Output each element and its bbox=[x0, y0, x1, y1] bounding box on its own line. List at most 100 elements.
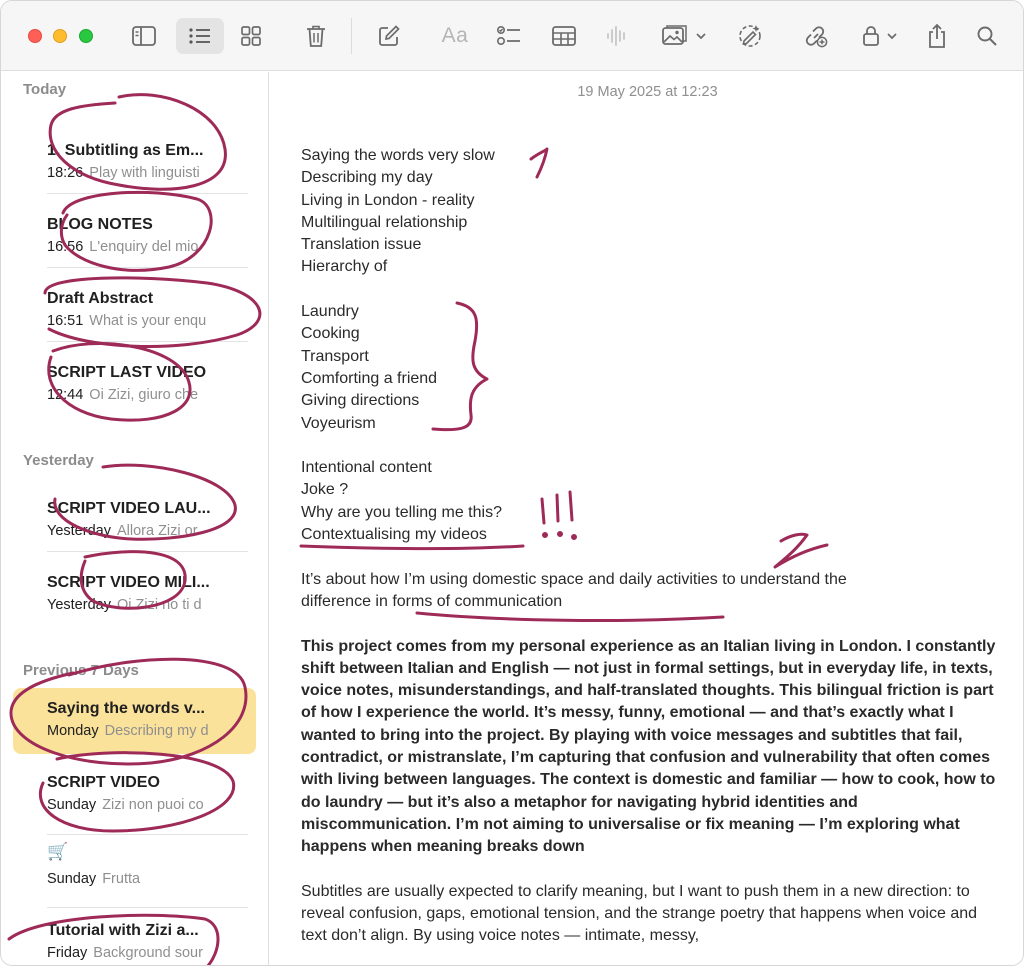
note-title: Saying the words v... bbox=[47, 700, 205, 717]
note-preview: Play with linguisti bbox=[89, 165, 200, 181]
note-list-item[interactable]: 🛒 Sunday Frutta bbox=[13, 836, 256, 902]
note-editor[interactable]: 19 May 2025 at 12:23 Saying the words ve… bbox=[270, 72, 1023, 965]
note-list-item[interactable]: SCRIPT LAST VIDEO 12:44 Oi Zizi, giuro ch… bbox=[13, 352, 256, 418]
note-body[interactable]: Saying the words very slow Describing my… bbox=[301, 145, 1001, 948]
note-title: Draft Abstract bbox=[47, 290, 154, 307]
note-divider bbox=[47, 907, 248, 908]
search-button[interactable] bbox=[969, 18, 1005, 54]
sidebar-toggle-button[interactable] bbox=[125, 18, 163, 54]
note-list-item[interactable]: SCRIPT VIDEO Sunday Zizi non puoi co bbox=[13, 762, 256, 828]
writing-tools-button[interactable] bbox=[731, 18, 769, 54]
note-line: Why are you telling me this? bbox=[301, 503, 502, 521]
note-preview: Oi Zizi, giuro che bbox=[89, 387, 199, 403]
note-paragraph-bold: This project comes from my personal expe… bbox=[301, 637, 996, 856]
note-line: Multilingual relationship bbox=[301, 213, 468, 231]
notes-list-sidebar: Today 1. Subtitling as Em... 18:26 Play w… bbox=[1, 72, 269, 965]
lock-menu-button[interactable] bbox=[854, 18, 904, 54]
gallery-view-button[interactable] bbox=[233, 18, 269, 54]
table-icon bbox=[552, 26, 576, 46]
audio-icon bbox=[607, 26, 625, 46]
gallery-view-icon bbox=[241, 26, 261, 46]
note-time: Yesterday bbox=[47, 597, 111, 613]
note-line: It’s about how I’m using domestic space … bbox=[301, 570, 847, 588]
note-title: SCRIPT LAST VIDEO bbox=[47, 364, 207, 381]
note-title: SCRIPT VIDEO bbox=[47, 774, 160, 791]
note-preview: Background sour bbox=[93, 945, 203, 961]
toolbar: Aa bbox=[1, 1, 1023, 71]
note-line: Giving directions bbox=[301, 392, 420, 410]
note-list-item[interactable]: BLOG NOTES 16:56 L'enquiry del mio bbox=[13, 204, 256, 270]
share-link-button[interactable] bbox=[797, 18, 835, 54]
share-button[interactable] bbox=[919, 18, 955, 54]
note-list-item[interactable]: SCRIPT VIDEO LAU... Yesterday Allora Zizi… bbox=[13, 488, 256, 554]
note-time: 18:26 bbox=[47, 165, 84, 181]
search-icon bbox=[977, 26, 997, 46]
note-preview: Describing my d bbox=[104, 723, 209, 739]
new-note-button[interactable] bbox=[371, 18, 407, 54]
sidebar-toggle-icon bbox=[132, 26, 156, 46]
note-line: difference in forms of communication bbox=[301, 592, 563, 610]
section-heading-today: Today bbox=[23, 81, 67, 98]
note-line: Joke ? bbox=[301, 481, 349, 499]
note-divider bbox=[47, 193, 248, 194]
section-heading-yesterday: Yesterday bbox=[23, 452, 94, 469]
list-view-icon bbox=[189, 28, 210, 44]
note-preview: What is your enqu bbox=[89, 313, 207, 329]
chevron-down-icon bbox=[886, 33, 897, 40]
note-list-item-selected[interactable]: Saying the words v... Monday Describing m… bbox=[13, 688, 256, 754]
note-list-item[interactable]: Tutorial with Zizi a... Friday Background… bbox=[13, 910, 256, 965]
note-time: Monday bbox=[47, 723, 99, 739]
note-list-item[interactable]: Draft Abstract 16:51 What is your enqu bbox=[13, 278, 256, 344]
note-preview: L'enquiry del mio bbox=[89, 239, 199, 255]
audio-recording-button[interactable] bbox=[599, 18, 635, 54]
chevron-down-icon bbox=[696, 33, 706, 40]
note-divider bbox=[47, 267, 248, 268]
media-icon bbox=[662, 25, 687, 45]
note-time: Friday bbox=[47, 945, 88, 961]
section-heading-previous-7-days: Previous 7 Days bbox=[23, 662, 139, 679]
note-line: Laundry bbox=[301, 303, 359, 321]
format-button[interactable]: Aa bbox=[436, 18, 474, 54]
format-icon: Aa bbox=[441, 24, 469, 47]
note-line: Translation issue bbox=[301, 236, 422, 254]
note-line: Transport bbox=[301, 347, 369, 365]
note-line: Describing my day bbox=[301, 169, 433, 187]
checklist-button[interactable] bbox=[491, 18, 527, 54]
note-title: Tutorial with Zizi a... bbox=[47, 922, 199, 939]
note-list-item[interactable]: SCRIPT VIDEO MILI... Yesterday Oi Zizi no… bbox=[13, 562, 256, 628]
note-time: 16:56 bbox=[47, 239, 84, 255]
note-preview: Frutta bbox=[102, 871, 141, 887]
shopping-cart-icon: 🛒 bbox=[47, 842, 69, 861]
media-menu-button[interactable] bbox=[656, 18, 712, 54]
trash-icon bbox=[307, 25, 325, 47]
note-time: Sunday bbox=[47, 797, 97, 813]
note-date: 19 May 2025 at 12:23 bbox=[577, 84, 718, 100]
note-divider bbox=[47, 834, 248, 835]
zoom-window-button[interactable] bbox=[79, 29, 93, 43]
note-title: SCRIPT VIDEO LAU... bbox=[47, 500, 211, 517]
note-line: Saying the words very slow bbox=[301, 147, 495, 164]
note-line: Contextualising my videos bbox=[301, 526, 487, 544]
minimize-window-button[interactable] bbox=[53, 29, 67, 43]
compose-icon bbox=[379, 25, 400, 46]
note-title: BLOG NOTES bbox=[47, 216, 153, 233]
note-divider bbox=[47, 341, 248, 342]
share-icon bbox=[929, 23, 945, 48]
note-line: Voyeurism bbox=[301, 414, 376, 432]
note-line: Cooking bbox=[301, 325, 360, 343]
note-title: SCRIPT VIDEO MILI... bbox=[47, 574, 210, 591]
note-line: Living in London - reality bbox=[301, 191, 475, 209]
note-title: 1. Subtitling as Em... bbox=[47, 142, 204, 159]
lock-icon bbox=[862, 26, 879, 46]
table-button[interactable] bbox=[546, 18, 582, 54]
note-divider bbox=[47, 551, 248, 552]
close-window-button[interactable] bbox=[28, 29, 42, 43]
toolbar-separator bbox=[351, 18, 352, 54]
checklist-icon bbox=[496, 25, 520, 46]
list-view-button[interactable] bbox=[176, 18, 224, 54]
delete-note-button[interactable] bbox=[298, 18, 334, 54]
note-line: Intentional content bbox=[301, 459, 432, 477]
note-list-item[interactable]: 1. Subtitling as Em... 18:26 Play with li… bbox=[13, 130, 256, 196]
note-paragraph: Subtitles are usually expected to clarif… bbox=[301, 882, 978, 945]
note-time: Yesterday bbox=[47, 523, 111, 539]
